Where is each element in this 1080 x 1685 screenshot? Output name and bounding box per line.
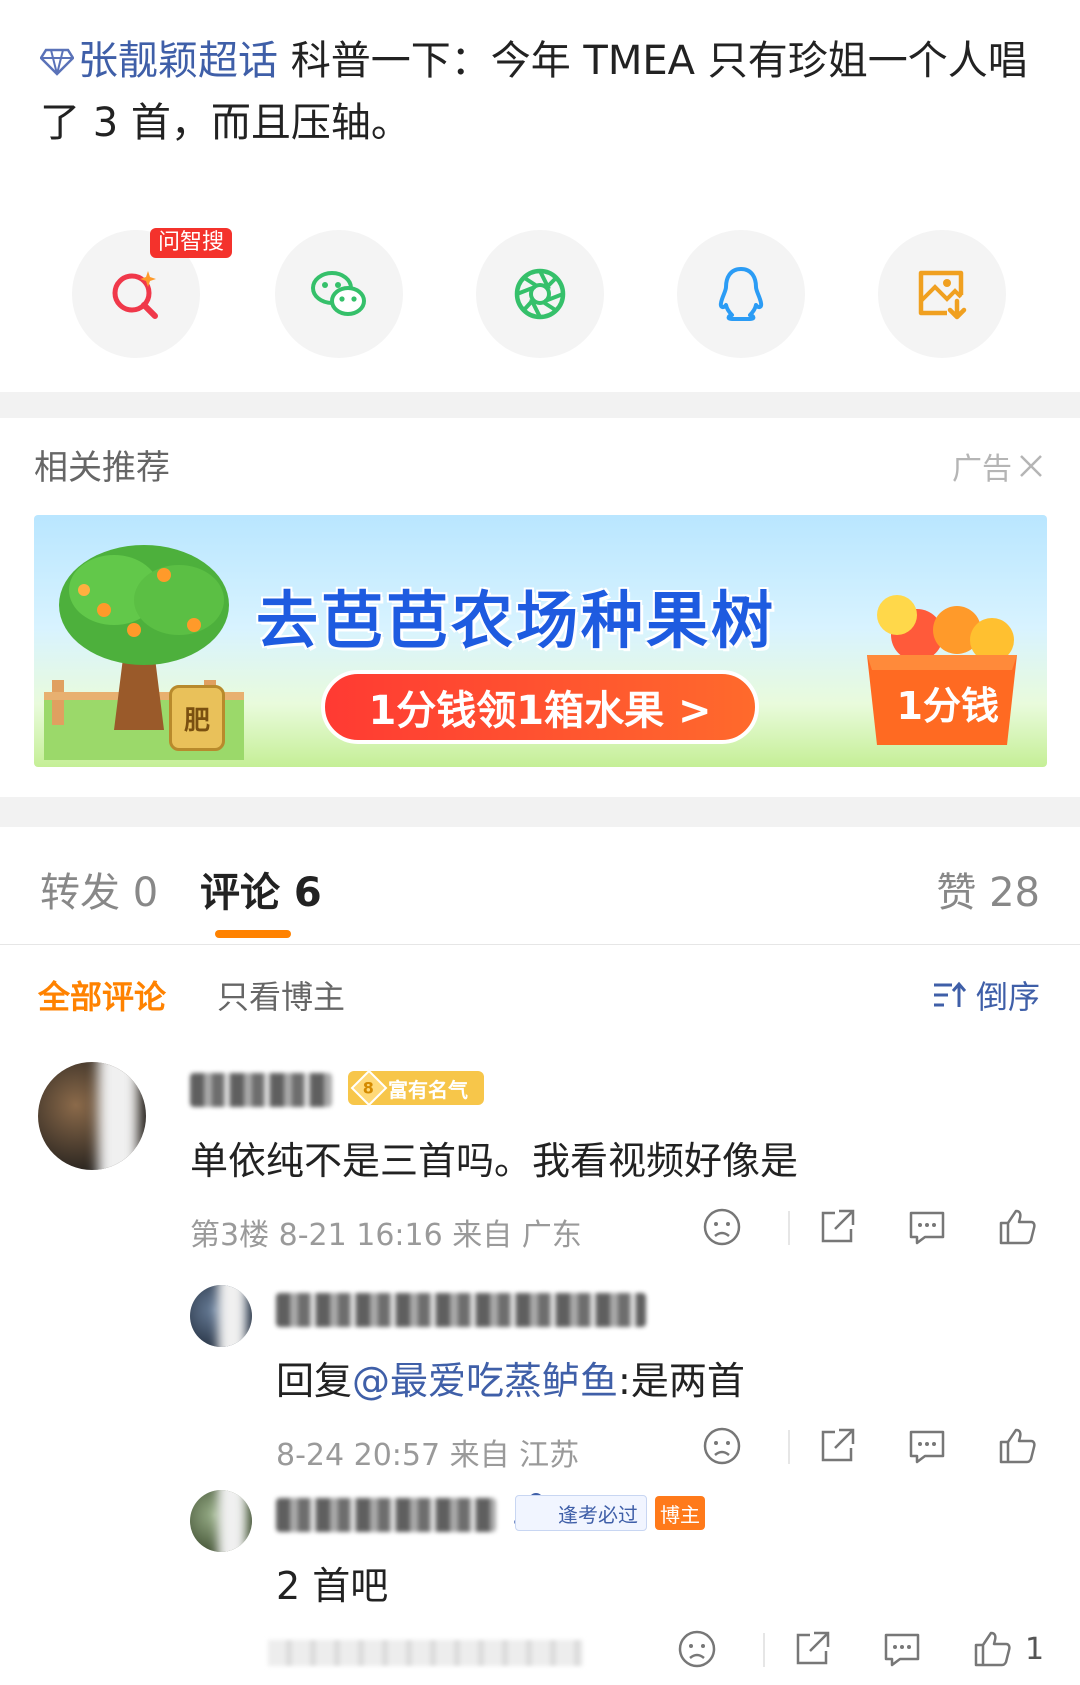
comment-text: 单依纯不是三首吗。我看视频好像是	[190, 1139, 799, 1183]
like-button[interactable]	[995, 1205, 1039, 1249]
wechat-share-button[interactable]	[275, 230, 403, 358]
save-image-button[interactable]	[878, 230, 1006, 358]
comment-meta: 第3楼 8-21 16:16 来自 广东	[190, 1218, 582, 1253]
blurred-meta	[268, 1640, 583, 1666]
reply-actions	[675, 1627, 1015, 1677]
dislike-button[interactable]	[700, 1205, 744, 1249]
mention-link[interactable]: @最爱吃蒸鲈鱼	[352, 1359, 618, 1403]
reply-text: 回复@最爱吃蒸鲈鱼:是两首	[276, 1350, 745, 1405]
recommend-heading: 相关推荐	[34, 448, 170, 488]
avatar[interactable]	[38, 1062, 146, 1170]
dislike-button[interactable]	[675, 1627, 719, 1671]
username-blurred[interactable]	[276, 1293, 646, 1327]
share-icon	[821, 1209, 855, 1243]
share-button[interactable]	[790, 1627, 834, 1671]
aperture-icon	[514, 268, 566, 320]
sad-face-icon	[678, 1630, 716, 1668]
tab-comments[interactable]: 评论 6	[200, 860, 322, 918]
share-icon	[796, 1631, 830, 1665]
active-tab-indicator	[215, 930, 291, 938]
avatar[interactable]	[190, 1490, 252, 1552]
fertilizer-bag: 肥	[169, 685, 225, 751]
reply-prefix: 回复	[276, 1359, 353, 1403]
action-separator	[788, 1211, 790, 1245]
filter-all-comments[interactable]: 全部评论	[38, 972, 166, 1018]
moments-share-button[interactable]	[476, 230, 604, 358]
ad-box-label: 1分钱	[896, 684, 999, 728]
share-row: 问智搜	[0, 228, 1080, 360]
username-blurred[interactable]	[276, 1498, 496, 1532]
host-badge: 博主	[655, 1496, 705, 1530]
sort-icon	[933, 981, 966, 1007]
reply-body: :是两首	[618, 1359, 745, 1403]
section-divider	[0, 797, 1080, 827]
sad-face-icon	[703, 1208, 741, 1246]
reply-button[interactable]	[880, 1627, 924, 1671]
avatar[interactable]	[190, 1285, 252, 1347]
level-icon: 8	[350, 1069, 388, 1107]
filter-op-only[interactable]: 只看博主	[217, 972, 345, 1018]
fame-badge: 8 富有名气	[348, 1069, 484, 1107]
diamond-icon	[40, 48, 74, 76]
ad-banner[interactable]: 肥 去芭芭农场种果树 1分钱领1箱水果 > 1分钱	[34, 515, 1047, 767]
thumbs-up-icon	[999, 1209, 1036, 1245]
reply-button[interactable]	[905, 1424, 949, 1468]
reply-meta: 8-24 20:57 来自 江苏	[276, 1438, 580, 1473]
comment-icon	[884, 1633, 920, 1667]
tab-forward[interactable]: 转发 0	[40, 860, 158, 918]
action-separator	[788, 1430, 790, 1464]
blur-overlay	[218, 1285, 246, 1347]
share-button[interactable]	[815, 1205, 859, 1249]
comment-icon	[909, 1430, 945, 1464]
reply-button[interactable]	[905, 1205, 949, 1249]
post-text: 张靓颖超话 科普一下：今年 TMEA 只有珍姐一个人唱了 3 首，而且压轴。	[40, 30, 1050, 154]
qq-share-button[interactable]	[677, 230, 805, 358]
ad-title: 去芭芭农场种果树	[256, 584, 777, 657]
sort-label: 倒序	[975, 978, 1040, 1016]
close-icon[interactable]	[1018, 453, 1044, 479]
comment-icon	[909, 1211, 945, 1245]
sort-toggle[interactable]: 倒序	[932, 972, 1040, 1018]
share-button[interactable]	[815, 1424, 859, 1468]
comment-tabs: 转发 0 评论 6 赞 28	[0, 830, 1080, 945]
username-blurred[interactable]	[190, 1073, 332, 1107]
ad-cta-button[interactable]: 1分钱领1箱水果 >	[321, 670, 759, 744]
topic-name[interactable]: 张靓颖超话	[78, 38, 278, 84]
blur-overlay	[218, 1490, 246, 1552]
thumbs-up-icon	[974, 1631, 1011, 1667]
search-spark-icon	[112, 271, 158, 319]
like-button[interactable]	[970, 1627, 1014, 1671]
comment-actions	[700, 1205, 1040, 1255]
wechat-icon	[311, 271, 366, 316]
tab-likes[interactable]: 赞 28	[936, 860, 1040, 918]
reply-text: 2 首吧	[276, 1564, 389, 1608]
blur-overlay	[98, 1062, 138, 1170]
ask-tag: 问智搜	[150, 228, 233, 258]
dislike-button[interactable]	[700, 1424, 744, 1468]
sad-face-icon	[703, 1427, 741, 1465]
qq-penguin-icon	[718, 267, 764, 321]
like-button[interactable]	[995, 1424, 1039, 1468]
action-separator	[763, 1633, 765, 1667]
image-download-icon	[918, 270, 967, 320]
section-divider	[0, 392, 1080, 418]
reply-actions	[700, 1424, 1040, 1474]
ad-label-text: 广告	[952, 452, 1012, 487]
like-count: 1	[1025, 1632, 1045, 1667]
thumbs-up-icon	[999, 1428, 1036, 1464]
ad-label[interactable]: 广告	[952, 444, 1044, 488]
exam-badge: 逢考必过	[515, 1495, 647, 1531]
share-icon	[821, 1428, 855, 1462]
topic-link[interactable]: 张靓颖超话	[40, 38, 278, 84]
